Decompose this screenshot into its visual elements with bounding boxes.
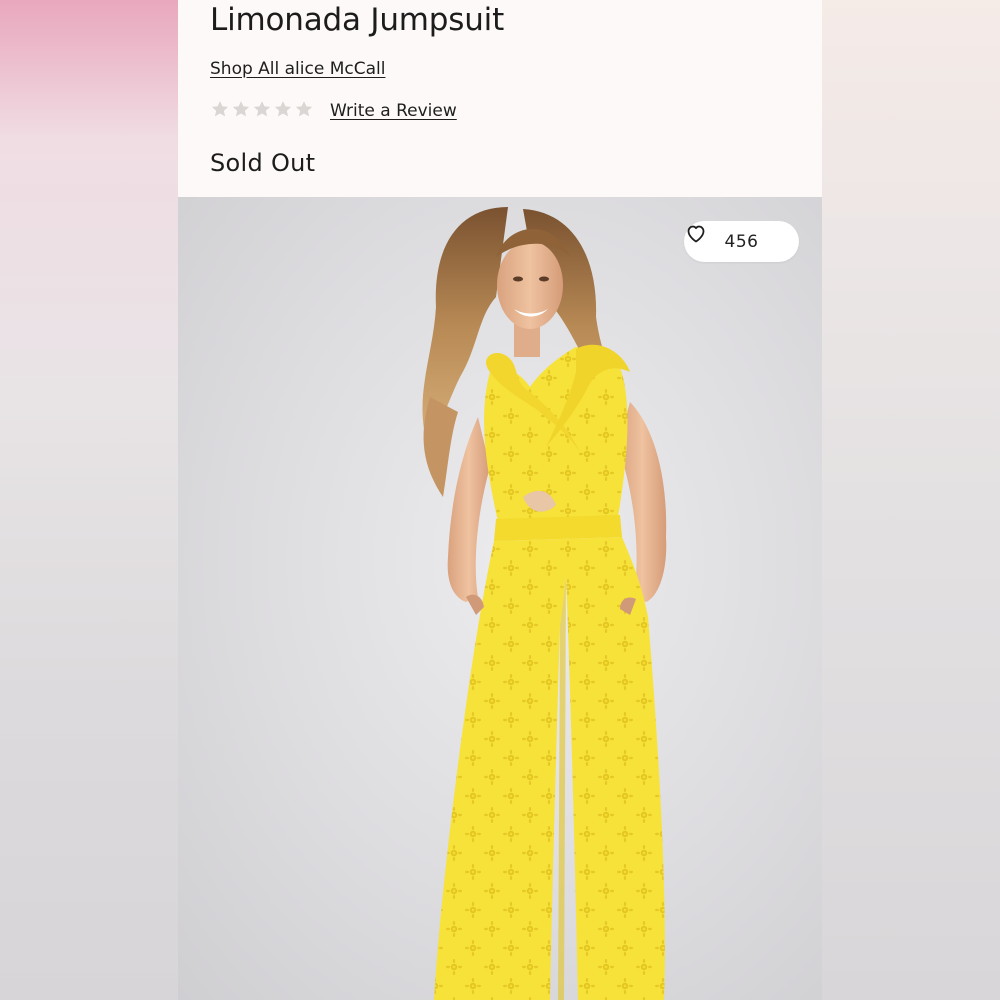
favorite-count: 456 xyxy=(724,231,759,252)
heart-outline-icon xyxy=(687,225,705,243)
star-icon xyxy=(211,101,229,117)
product-photo[interactable]: 456 xyxy=(178,197,822,1000)
product-info-panel: Limonada Jumpsuit Shop All alice McCall … xyxy=(178,0,822,197)
left-background xyxy=(0,0,178,1000)
write-review-link[interactable]: Write a Review xyxy=(330,101,457,121)
star-icon xyxy=(295,101,313,117)
right-background xyxy=(822,0,1000,1000)
model-illustration xyxy=(422,207,667,1000)
shop-brand-link[interactable]: Shop All alice McCall xyxy=(210,59,385,79)
stock-status: Sold Out xyxy=(210,149,316,177)
star-icon xyxy=(274,101,292,117)
product-title: Limonada Jumpsuit xyxy=(210,2,505,38)
rating-stars[interactable] xyxy=(210,99,314,119)
star-icon xyxy=(232,101,250,117)
star-icon xyxy=(253,101,271,117)
favorite-button[interactable]: 456 xyxy=(684,221,799,262)
